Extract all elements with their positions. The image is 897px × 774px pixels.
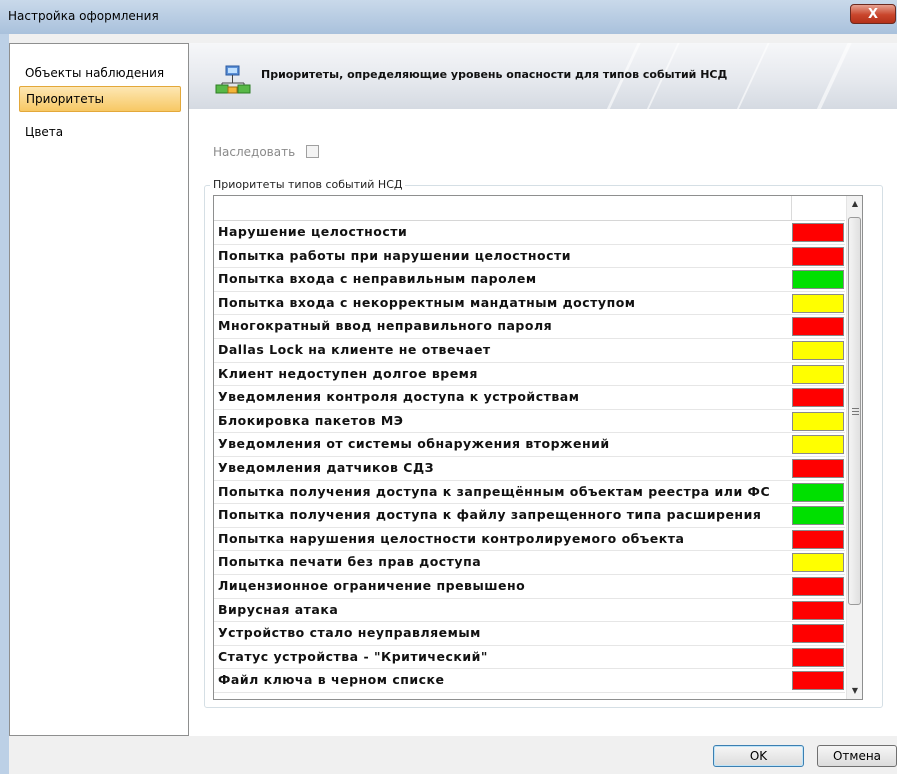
event-type-label: Уведомления контроля доступа к устройств… [218, 389, 580, 405]
priority-color-swatch[interactable] [792, 411, 844, 431]
table-row[interactable]: Попытка получения доступа к запрещённым … [214, 481, 845, 505]
table-row[interactable]: Лицензионное ограничение превышено [214, 575, 845, 599]
nav-item-objects[interactable]: Объекты наблюдения [19, 60, 181, 86]
vertical-scrollbar[interactable]: ▲ ▼ [846, 196, 862, 699]
table-row[interactable]: Блокировка пакетов МЭ [214, 410, 845, 434]
event-type-label: Файл ключа в черном списке [218, 672, 445, 688]
priority-color-swatch[interactable] [792, 317, 844, 337]
scroll-up-icon[interactable]: ▲ [847, 196, 862, 212]
priority-color-swatch[interactable] [792, 506, 844, 526]
ok-button[interactable]: OK [713, 745, 804, 767]
event-type-label: Блокировка пакетов МЭ [218, 412, 404, 428]
grid-header [214, 196, 845, 221]
event-type-label: Вирусная атака [218, 601, 339, 617]
event-type-label: Нарушение целостности [218, 224, 408, 239]
priority-color-swatch[interactable] [792, 223, 844, 242]
nav-item-colors[interactable]: Цвета [19, 119, 181, 145]
inherit-label: Наследовать [213, 145, 296, 159]
table-row[interactable]: Вирусная атака [214, 599, 845, 623]
panel-title: Приоритеты, определяющие уровень опаснос… [261, 68, 728, 81]
panel-header: Приоритеты, определяющие уровень опаснос… [189, 43, 897, 109]
table-row[interactable]: Попытка работы при нарушении целостности [214, 245, 845, 269]
event-type-label: Попытка получения доступа к запрещённым … [218, 483, 771, 499]
event-type-label: Клиент недоступен долгое время [218, 365, 478, 381]
priority-color-swatch[interactable] [792, 671, 844, 691]
table-row[interactable]: Попытка нарушения целостности контролиру… [214, 528, 845, 552]
title-bar: Настройка оформления X [0, 0, 897, 34]
window-frame [0, 34, 9, 774]
event-type-label: Устройство стало неуправляемым [218, 625, 481, 641]
priority-color-swatch[interactable] [792, 246, 844, 266]
table-row[interactable]: Попытка получения доступа к файлу запрещ… [214, 504, 845, 528]
priority-color-swatch[interactable] [792, 529, 844, 549]
event-type-label: Уведомления датчиков СДЗ [218, 460, 434, 475]
event-type-label: Статус устройства - "Критический" [218, 648, 488, 664]
event-type-label: Dallas Lock на клиенте не отвечает [218, 342, 491, 357]
cancel-button[interactable]: Отмена [817, 745, 897, 767]
table-row[interactable]: Устройство стало неуправляемым [214, 622, 845, 646]
table-row[interactable]: Статус устройства - "Критический" [214, 646, 845, 670]
priority-color-swatch[interactable] [792, 624, 844, 644]
priority-color-swatch[interactable] [792, 459, 844, 478]
priority-color-swatch[interactable] [792, 270, 844, 290]
priority-color-swatch[interactable] [792, 364, 844, 384]
table-row[interactable]: Попытка входа с некорректным мандатным д… [214, 292, 845, 316]
window-title: Настройка оформления [8, 9, 159, 23]
event-type-label: Попытка входа с неправильным паролем [218, 271, 537, 287]
event-type-label: Попытка нарушения целостности контролиру… [218, 530, 685, 546]
table-row[interactable]: Попытка печати без прав доступа [214, 551, 845, 575]
event-type-label: Попытка получения доступа к файлу запрещ… [218, 507, 762, 523]
priorities-grid: Нарушение целостности Попытка работы при … [213, 195, 863, 700]
group-label: Приоритеты типов событий НСД [210, 178, 406, 191]
event-type-label: Уведомления от системы обнаружения вторж… [218, 436, 610, 452]
table-row[interactable]: Файл ключа в черном списке [214, 669, 845, 693]
priority-color-swatch[interactable] [792, 647, 844, 667]
table-row[interactable]: Попытка входа с неправильным паролем [214, 268, 845, 292]
table-row[interactable]: Многократный ввод неправильного пароля [214, 315, 845, 339]
settings-panel: Приоритеты, определяющие уровень опаснос… [189, 43, 897, 736]
priority-color-swatch[interactable] [792, 577, 844, 596]
table-row[interactable]: Уведомления датчиков СДЗ [214, 457, 845, 481]
priority-color-swatch[interactable] [792, 293, 844, 313]
priority-color-swatch[interactable] [792, 482, 844, 502]
event-type-label: Попытка работы при нарушении целостности [218, 247, 572, 263]
settings-nav: Объекты наблюдения Приоритеты Цвета [9, 43, 189, 736]
table-row[interactable]: Уведомления контроля доступа к устройств… [214, 386, 845, 410]
grid-rows: Нарушение целостности Попытка работы при … [214, 221, 845, 699]
event-type-label: Лицензионное ограничение превышено [218, 578, 526, 593]
priority-color-swatch[interactable] [792, 553, 844, 573]
table-row[interactable]: Клиент недоступен долгое время [214, 363, 845, 387]
nav-item-priorities[interactable]: Приоритеты [19, 86, 181, 112]
inherit-checkbox[interactable] [306, 145, 319, 158]
scroll-down-icon[interactable]: ▼ [847, 683, 862, 699]
priority-color-swatch[interactable] [792, 600, 844, 620]
priority-color-swatch[interactable] [792, 341, 844, 360]
table-row[interactable]: Уведомления от системы обнаружения вторж… [214, 433, 845, 457]
priority-color-swatch[interactable] [792, 435, 844, 455]
table-row[interactable]: Dallas Lock на клиенте не отвечает [214, 339, 845, 363]
priority-color-swatch[interactable] [792, 388, 844, 408]
event-type-label: Попытка входа с некорректным мандатным д… [218, 294, 636, 310]
table-row[interactable]: Нарушение целостности [214, 221, 845, 245]
scroll-thumb[interactable] [848, 217, 861, 605]
event-type-label: Многократный ввод неправильного пароля [218, 318, 553, 334]
event-type-label: Попытка печати без прав доступа [218, 554, 482, 570]
network-icon [215, 65, 251, 94]
close-button[interactable]: X [850, 4, 896, 24]
